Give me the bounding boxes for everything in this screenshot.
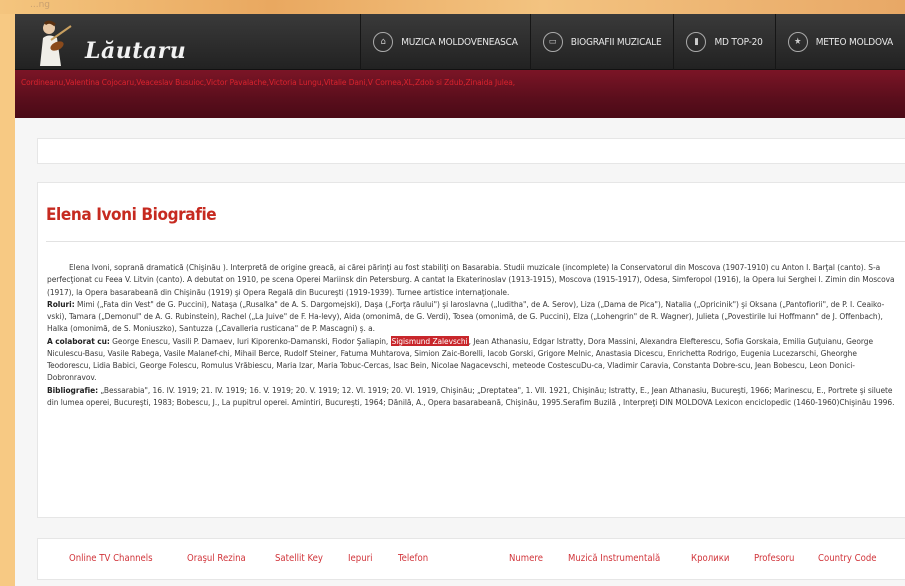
footer-link[interactable]: Iepuri [348,553,373,564]
violinist-logo-icon [40,20,72,66]
collab-text-before: George Enescu, Vasili P. Damaev, Iuri Ki… [109,335,391,346]
footer-link[interactable]: Кролики [691,553,729,564]
nav-item-meteo[interactable]: ★ METEO MOLDOVA [774,14,905,70]
roles-label: Roluri: [47,298,75,309]
intro-text: Elena Ivoni, soprană dramatică (Chişinău… [47,262,895,297]
title-divider [46,241,905,242]
footer-link[interactable]: Online TV Channels [69,553,153,564]
window-icon: ▭ [542,32,563,52]
page-title: Elena Ivoni Biografie [46,205,217,225]
footer-link[interactable]: Telefon [398,553,428,564]
article-body: Elena Ivoni, soprană dramatică (Chişinău… [47,261,899,408]
roles-paragraph: Roluri: Mimi („Fata din Vest" de G. Pucc… [47,298,899,335]
artist-ticker-band: Cordineanu,Valentina Cojocaru,Veaceslav … [15,70,905,118]
artist-ticker[interactable]: Cordineanu,Valentina Cojocaru,Veaceslav … [21,78,515,87]
nav-label: BIOGRAFII MUZICALE [570,36,662,48]
main-content: Elena Ivoni Biografie Elena Ivoni, sopra… [15,118,905,586]
footer-link[interactable]: Muzică Instrumentală [568,553,660,564]
footer-links: Online TV Channels Oraşul Rezina Satelli… [38,553,905,567]
top-decor-strip: ...ng [0,0,905,14]
roles-text: Mimi („Fata din Vest" de G. Puccini), Na… [47,298,885,334]
nav-label: MD TOP-20 [714,36,763,48]
nav-item-top20[interactable]: ▮ MD TOP-20 [673,14,774,70]
biblio-paragraph: Bibliografie: „Bessarabia", 16. IV. 1919… [47,384,899,409]
footer-link[interactable]: Satellit Key [275,553,323,564]
biblio-label: Bibliografie: [47,384,99,395]
chart-icon: ▮ [686,32,707,52]
footer-link[interactable]: Profesoru [754,553,794,564]
collab-paragraph: A colaborat cu: George Enescu, Vasili P.… [47,335,899,384]
empty-toolbar [37,138,905,164]
highlighted-name: Sigismund Zalevschi [390,335,469,346]
footer-link[interactable]: Numere [509,553,543,564]
nav-item-biografii[interactable]: ▭ BIOGRAFII MUZICALE [529,14,674,70]
nav-label: METEO MOLDOVA [815,36,894,48]
article-card: Elena Ivoni Biografie Elena Ivoni, sopra… [37,182,905,518]
top-faint-text: ...ng [30,0,50,10]
site-header: Lăutaru ⌂ MUZICA MOLDOVENEASCA ▭ BIOGRAF… [15,14,905,70]
home-icon: ⌂ [373,32,394,52]
nav-label: MUZICA MOLDOVENEASCA [401,36,518,48]
star-icon: ★ [787,32,808,52]
footer-links-bar: Online TV Channels Oraşul Rezina Satelli… [37,538,905,580]
biblio-text: „Bessarabia", 16. IV. 1919; 21. IV. 1919… [47,384,895,407]
brand-name: Lăutaru [85,38,187,64]
nav-item-muzica[interactable]: ⌂ MUZICA MOLDOVENEASCA [360,14,530,70]
intro-paragraph: Elena Ivoni, soprană dramatică (Chişinău… [47,261,899,298]
main-nav: ⌂ MUZICA MOLDOVENEASCA ▭ BIOGRAFII MUZIC… [360,14,905,70]
footer-link[interactable]: Oraşul Rezina [187,553,246,564]
site-logo[interactable]: Lăutaru [35,20,235,66]
collab-label: A colaborat cu: [47,335,110,346]
footer-link[interactable]: Country Code [818,553,877,564]
